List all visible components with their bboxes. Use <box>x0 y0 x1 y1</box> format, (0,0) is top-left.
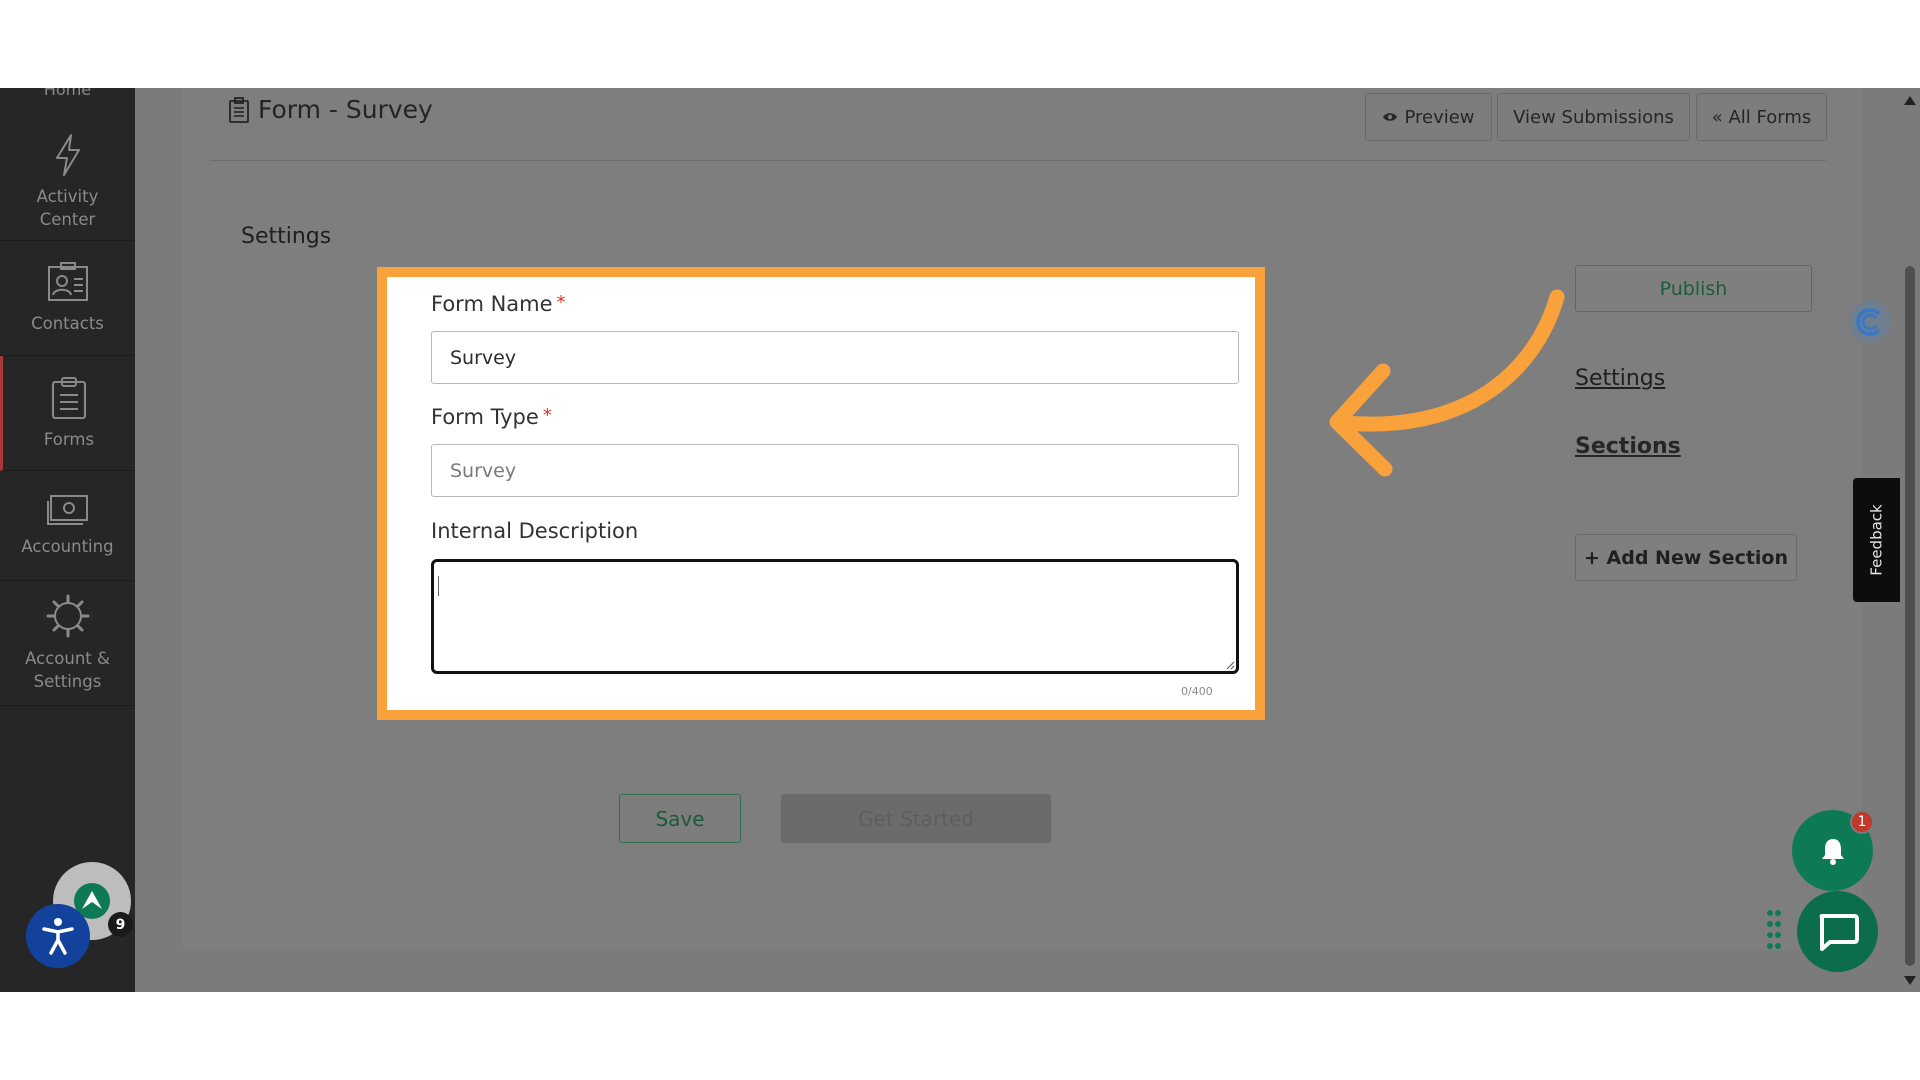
sidebar-item-accounting[interactable]: Accounting <box>0 471 135 581</box>
sidebar-item-label: Home <box>43 88 92 99</box>
all-forms-button[interactable]: « All Forms <box>1696 93 1827 141</box>
lightning-icon <box>55 134 80 176</box>
drag-handle-icon[interactable] <box>1766 908 1782 953</box>
sidebar-item-contacts[interactable]: Contacts <box>0 241 135 356</box>
form-name-label: Form Name * <box>431 292 566 316</box>
form-icon <box>229 96 249 123</box>
sidebar-item-home[interactable]: Home <box>0 88 135 99</box>
char-counter: 0/400 <box>1181 685 1213 698</box>
view-submissions-button[interactable]: View Submissions <box>1497 93 1690 141</box>
feedback-tab[interactable]: Feedback <box>1853 478 1900 602</box>
get-started-button[interactable]: Get Started <box>781 794 1051 843</box>
required-marker: * <box>556 292 566 313</box>
form-type-value: Survey <box>450 459 517 482</box>
form-name-input[interactable]: Survey <box>431 331 1239 384</box>
save-label: Save <box>655 806 705 831</box>
all-forms-label: « All Forms <box>1711 106 1812 128</box>
form-type-input[interactable]: Survey <box>431 444 1239 497</box>
scroll-down-icon[interactable] <box>1904 976 1916 985</box>
sidebar-item-label: Activity Center <box>36 187 99 229</box>
internal-description-label: Internal Description <box>431 519 639 543</box>
clipboard-icon <box>52 376 86 419</box>
gear-icon <box>46 594 89 638</box>
chat-bubble-icon <box>1819 913 1859 951</box>
accessibility-icon <box>42 918 74 955</box>
add-new-section-button[interactable]: + Add New Section <box>1575 534 1797 581</box>
sidebar-item-forms[interactable]: Forms <box>0 356 135 471</box>
sidebar-item-label: Contacts <box>31 313 104 333</box>
feedback-label: Feedback <box>1867 504 1886 576</box>
sidebar-item-label: Forms <box>43 429 95 449</box>
chat-button[interactable] <box>1797 891 1878 972</box>
scroll-up-icon[interactable] <box>1904 96 1916 105</box>
bell-icon <box>1821 838 1844 865</box>
resize-grip-icon[interactable] <box>1225 660 1235 670</box>
text-caret <box>438 576 439 596</box>
sidebar-item-activity-center[interactable]: Activity Center <box>0 124 135 241</box>
view-submissions-label: View Submissions <box>1513 106 1674 128</box>
c-logo-icon[interactable] <box>1848 300 1892 344</box>
page-header: Form - Survey <box>228 95 433 124</box>
save-button[interactable]: Save <box>619 794 741 843</box>
form-settings-card: Form Name * Survey Form Type * Survey Inte… <box>377 267 1265 720</box>
accessibility-button[interactable] <box>26 904 90 968</box>
scrollbar[interactable] <box>1900 88 1920 992</box>
annotation-arrow-icon <box>1329 289 1565 477</box>
page-title: Form - Survey <box>258 95 433 124</box>
preview-button[interactable]: Preview <box>1365 93 1492 141</box>
publish-button[interactable]: Publish <box>1575 265 1812 312</box>
get-started-label: Get Started <box>858 806 974 831</box>
avatar-count-badge: 9 <box>108 912 133 937</box>
sections-link[interactable]: Sections <box>1575 434 1681 459</box>
contact-card-icon <box>47 261 88 301</box>
preview-label: Preview <box>1404 106 1475 128</box>
sidebar-item-label: Accounting <box>21 537 114 556</box>
sidebar-item-account-settings[interactable]: Account & Settings <box>0 581 135 706</box>
internal-description-textarea[interactable] <box>431 559 1239 674</box>
scroll-thumb[interactable] <box>1905 266 1915 966</box>
sidebar: Home Activity Center Contacts Forms Acco… <box>0 88 135 992</box>
required-marker: * <box>542 405 552 426</box>
app-screen: Home Activity Center Contacts Forms Acco… <box>0 88 1920 992</box>
publish-label: Publish <box>1659 277 1728 300</box>
sidebar-item-label: Account & Settings <box>25 649 110 691</box>
settings-heading: Settings <box>241 224 332 249</box>
settings-link[interactable]: Settings <box>1575 366 1665 391</box>
add-new-section-label: + Add New Section <box>1583 546 1789 569</box>
form-name-value: Survey <box>450 346 517 369</box>
eye-icon <box>1383 113 1398 121</box>
notification-badge: 1 <box>1850 810 1874 834</box>
header-divider <box>210 160 1826 161</box>
form-type-label: Form Type * <box>431 405 552 429</box>
cash-icon <box>46 495 88 525</box>
